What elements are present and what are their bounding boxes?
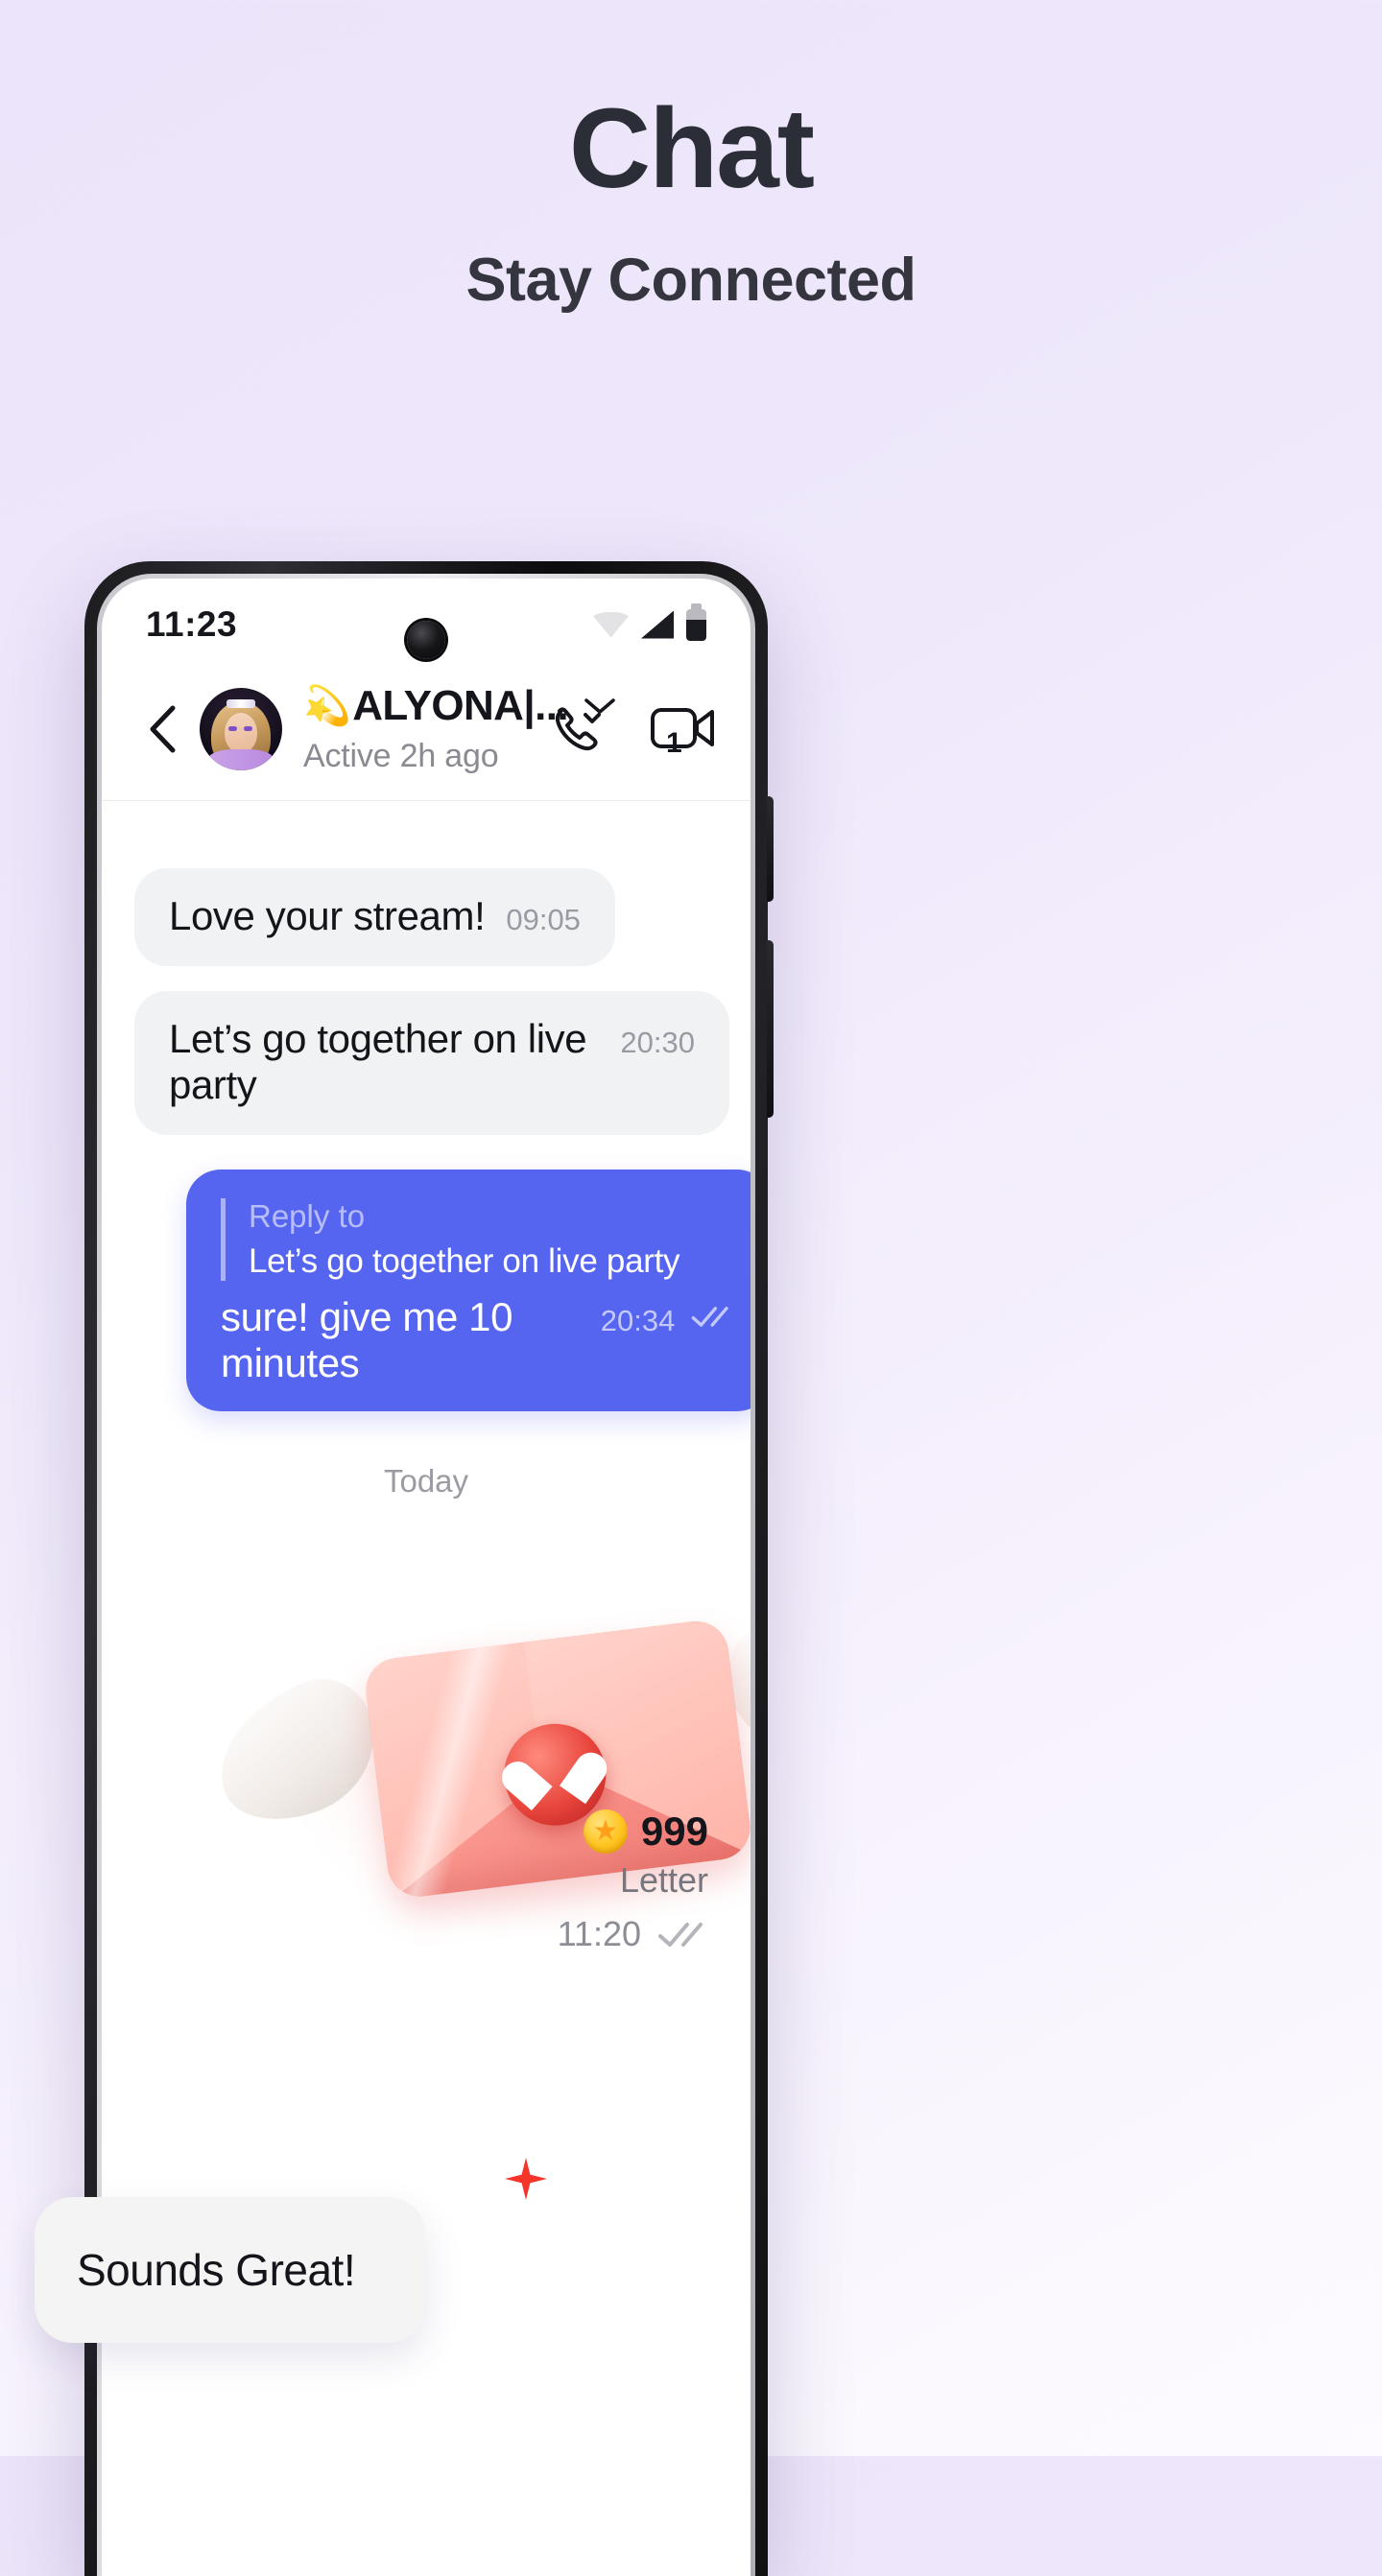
signal-icon	[641, 610, 674, 639]
outgoing-text-row: sure! give me 10 minutes 20:34	[221, 1294, 733, 1386]
message-row-incoming-1: Love your stream! 09:05	[102, 868, 751, 966]
winged-heart-envelope-icon: ✦ ✦	[102, 1505, 751, 2200]
message-row-incoming-2: Let’s go together on live party 20:30	[102, 991, 751, 1135]
message-text: sure! give me 10 minutes	[221, 1294, 513, 1385]
star-coin-icon: ★	[583, 1809, 628, 1854]
status-bar-time: 11:23	[146, 604, 238, 644]
avatar-eye-left	[228, 725, 237, 731]
wifi-icon	[593, 611, 629, 638]
contact-name-row[interactable]: 💫 ALYONA|...	[303, 682, 615, 730]
contact-name: 💫 ALYONA|...	[303, 682, 569, 730]
gift-meta-row: 11:20	[558, 1914, 708, 1954]
front-camera-icon	[407, 621, 445, 659]
video-camera-icon[interactable]: 1	[645, 700, 716, 758]
gift-time: 11:20	[557, 1914, 641, 1953]
contact-status: Active 2h ago	[303, 738, 499, 774]
avatar-crown	[226, 698, 255, 708]
battery-icon	[686, 603, 706, 641]
message-bubble[interactable]: Let’s go together on live party 20:30	[134, 991, 729, 1135]
message-text: Let’s go together on live party	[169, 1016, 587, 1107]
reply-quote: Reply to Let’s go together on live party	[221, 1198, 733, 1281]
phone-call-icon[interactable]	[547, 699, 607, 759]
message-row-outgoing: Reply to Let’s go together on live party…	[102, 1170, 751, 1411]
volume-button[interactable]	[767, 796, 774, 902]
power-button[interactable]	[767, 940, 774, 1118]
status-bar: 11:23	[102, 579, 751, 671]
message-time: 20:34	[600, 1304, 676, 1337]
shooting-star-icon: 💫	[303, 685, 351, 727]
chevron-left-icon	[150, 705, 176, 752]
chat-header-actions: 1	[547, 699, 716, 759]
gift-summary[interactable]: ★ 999 Letter 11:20	[558, 1808, 708, 1954]
chat-header: 💫 ALYONA|... Active 2h ago 1	[102, 671, 751, 801]
back-button[interactable]	[134, 701, 190, 757]
callout-text: Sounds Great!	[77, 2245, 356, 2295]
message-bubble-outgoing[interactable]: Reply to Let’s go together on live party…	[186, 1170, 751, 1411]
message-time: 09:05	[506, 903, 581, 936]
contact-name-label: ALYONA|...	[352, 682, 568, 729]
page-title: Chat	[568, 85, 815, 212]
message-bubble[interactable]: Love your stream! 09:05	[134, 868, 615, 966]
gift-label: Letter	[619, 1860, 708, 1900]
sparkle-red-small-icon	[505, 2158, 547, 2200]
read-double-check-icon	[658, 1923, 703, 1947]
avatar-clothing	[209, 748, 273, 770]
page-subtitle: Stay Connected	[465, 247, 917, 314]
message-time: 20:30	[620, 1026, 695, 1059]
read-double-check-icon	[692, 1307, 729, 1327]
reply-quoted-text: Let’s go together on live party	[249, 1242, 680, 1280]
avatar-face	[225, 712, 257, 753]
avatar[interactable]	[200, 687, 282, 770]
gift-amount-row: ★ 999	[558, 1808, 708, 1855]
message-text: Love your stream!	[169, 893, 486, 938]
day-divider: Today	[383, 1463, 469, 1499]
avatar-eye-right	[244, 725, 252, 731]
promo-header: Chat Stay Connected	[0, 0, 1382, 315]
reply-label: Reply to	[249, 1198, 366, 1234]
gift-amount: 999	[640, 1808, 708, 1854]
chat-header-text: 💫 ALYONA|... Active 2h ago	[303, 682, 615, 775]
video-badge-count: 1	[666, 727, 682, 758]
message-list: Love your stream! 09:05 Let’s go togethe…	[102, 801, 751, 2200]
status-bar-icons	[593, 603, 706, 641]
callout-bubble: Sounds Great!	[35, 2197, 426, 2343]
